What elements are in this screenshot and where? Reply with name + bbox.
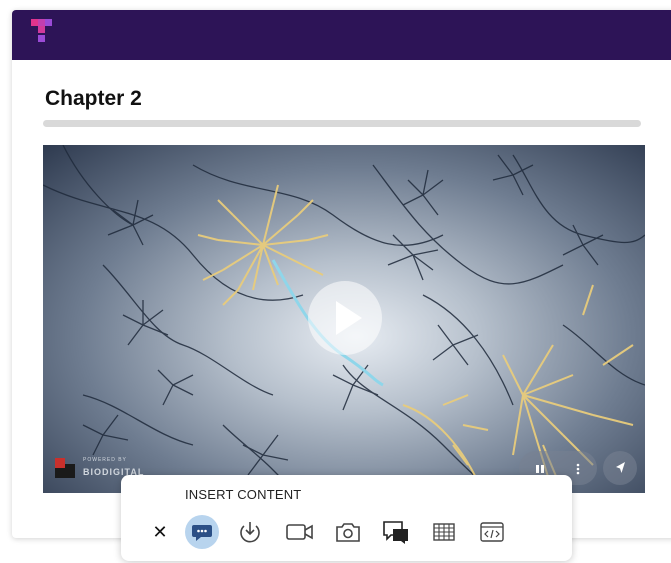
- insert-video-button[interactable]: [283, 515, 317, 549]
- insert-table-button[interactable]: [427, 515, 461, 549]
- video-camera-icon: [286, 524, 313, 540]
- app-logo[interactable]: [31, 19, 53, 49]
- pause-icon: [536, 464, 544, 473]
- close-button[interactable]: ✕: [143, 515, 177, 549]
- photo-camera-icon: [336, 523, 360, 542]
- insert-content-label: INSERT CONTENT: [185, 487, 302, 502]
- chapter-progress-bar: [43, 120, 641, 127]
- close-icon: ✕: [152, 521, 168, 543]
- video-player[interactable]: POWERED BY BIODIGITAL: [43, 145, 645, 493]
- chapter-card: Chapter 2 POWERED BY BIODIGITAL: [12, 10, 671, 538]
- comment-icon: [192, 525, 212, 541]
- page-title: Chapter 2: [45, 87, 142, 110]
- insert-download-button[interactable]: [233, 515, 267, 549]
- more-vertical-icon: [576, 463, 580, 475]
- insert-discussion-button[interactable]: [379, 515, 413, 549]
- insert-photo-button[interactable]: [331, 515, 365, 549]
- top-bar: [12, 10, 671, 60]
- insert-comment-button[interactable]: [185, 515, 219, 549]
- chat-icon: [383, 521, 408, 544]
- code-icon: [480, 522, 504, 542]
- biodigital-icon: [55, 458, 75, 478]
- table-icon: [433, 523, 455, 541]
- navigation-arrow-icon: [616, 462, 625, 473]
- insert-embed-button[interactable]: [475, 515, 509, 549]
- download-icon: [240, 522, 260, 543]
- share-button[interactable]: [603, 451, 637, 485]
- play-button[interactable]: [308, 281, 382, 355]
- powered-by-label: POWERED BY: [83, 457, 127, 463]
- insert-content-panel: INSERT CONTENT ✕: [121, 475, 572, 561]
